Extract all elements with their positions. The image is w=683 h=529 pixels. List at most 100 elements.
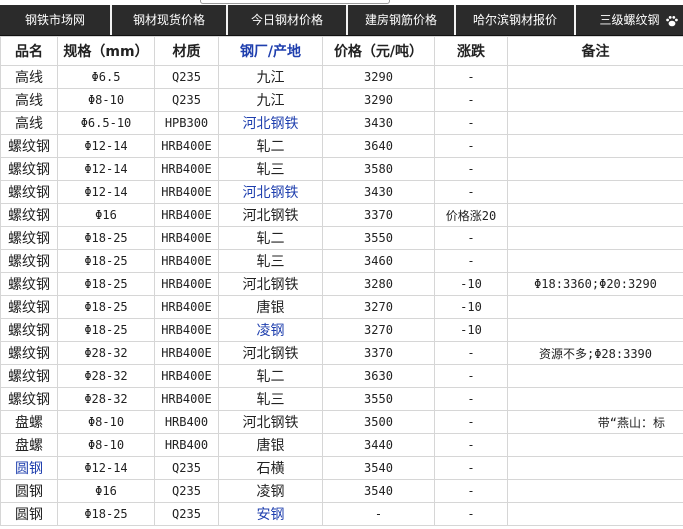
cell-note [507, 295, 683, 319]
cell-price: 3580 [322, 157, 435, 181]
cell-price: 3290 [322, 65, 435, 89]
paw-icon[interactable] [665, 14, 679, 28]
table-row: 圆钢 Φ12-14 Q235 石横 3540- [0, 456, 683, 480]
col-header-spec: 规格（mm） [57, 36, 155, 66]
cell-price: 3550 [322, 226, 435, 250]
cell-material: HRB400E [154, 341, 219, 365]
cell-note [507, 157, 683, 181]
cell-note [507, 111, 683, 135]
cell-note [507, 456, 683, 480]
cell-name: 螺纹钢 [0, 134, 58, 158]
nav-item-steel-market[interactable]: 钢铁市场网 [0, 5, 112, 35]
table-row: 盘螺 Φ8-10 HRB400 唐银 3440- [0, 433, 683, 457]
cell-price: - [322, 502, 435, 526]
cell-material: HRB400E [154, 226, 219, 250]
cell-material: HPB300 [154, 111, 219, 135]
cell-material: HRB400E [154, 203, 219, 227]
cell-spec: Φ8-10 [57, 88, 155, 112]
cell-spec: Φ18-25 [57, 226, 155, 250]
cell-origin: 凌钢 [218, 479, 323, 503]
cell-change: - [434, 88, 508, 112]
cell-spec: Φ18-25 [57, 318, 155, 342]
price-table: 品名 规格（mm） 材质 钢厂/产地 价格（元/吨） 涨跌 备注 高线 Φ6.5 Q235 九江 3… [0, 36, 683, 526]
cell-spec: Φ12-14 [57, 180, 155, 204]
cell-name: 高线 [0, 65, 58, 89]
cell-origin: 河北钢铁 [218, 410, 323, 434]
cell-note [507, 318, 683, 342]
cell-note [507, 502, 683, 526]
cell-spec: Φ6.5-10 [57, 111, 155, 135]
cell-spec: Φ16 [57, 479, 155, 503]
cell-origin: 凌钢 [218, 318, 323, 342]
cell-origin: 安钢 [218, 502, 323, 526]
cell-note [507, 180, 683, 204]
nav-item-spot-price[interactable]: 钢材现货价格 [112, 5, 228, 35]
cell-note: 资源不多;Φ28:3390 [507, 341, 683, 365]
cell-change: - [434, 65, 508, 89]
cell-change: - [434, 134, 508, 158]
cell-material: HRB400E [154, 134, 219, 158]
cell-note: 带“燕山：标 [507, 410, 683, 434]
cell-change: -10 [434, 295, 508, 319]
cell-material: HRB400E [154, 272, 219, 296]
nav-item-rebar-price[interactable]: 建房钢筋价格 [348, 5, 456, 35]
cell-price: 3630 [322, 364, 435, 388]
cell-change: - [434, 157, 508, 181]
col-header-note: 备注 [507, 36, 683, 66]
cell-name: 螺纹钢 [0, 341, 58, 365]
nav-item-today-price[interactable]: 今日钢材价格 [228, 5, 348, 35]
cell-material: HRB400E [154, 180, 219, 204]
cell-name: 螺纹钢 [0, 249, 58, 273]
cell-price: 3440 [322, 433, 435, 457]
col-header-price: 价格（元/吨） [322, 36, 435, 66]
cell-origin: 轧三 [218, 157, 323, 181]
cell-name: 圆钢 [0, 456, 58, 480]
cell-material: HRB400 [154, 410, 219, 434]
cell-origin: 河北钢铁 [218, 272, 323, 296]
table-row: 高线 Φ6.5-10 HPB300 河北钢铁 3430- [0, 111, 683, 135]
cell-name: 圆钢 [0, 479, 58, 503]
cell-note [507, 364, 683, 388]
cell-spec: Φ28-32 [57, 387, 155, 411]
cell-spec: Φ6.5 [57, 65, 155, 89]
cell-spec: Φ18-25 [57, 502, 155, 526]
cell-spec: Φ18-25 [57, 249, 155, 273]
cell-material: Q235 [154, 502, 219, 526]
table-row: 螺纹钢 Φ12-14 HRB400E 轧三 3580- [0, 157, 683, 181]
table-row: 螺纹钢 Φ18-25 HRB400E 凌钢 3270 -10 [0, 318, 683, 342]
cell-note [507, 226, 683, 250]
cell-name: 螺纹钢 [0, 364, 58, 388]
cell-origin: 九江 [218, 88, 323, 112]
cell-change: - [434, 502, 508, 526]
cell-price: 3290 [322, 88, 435, 112]
cell-name: 螺纹钢 [0, 203, 58, 227]
cell-material: Q235 [154, 65, 219, 89]
cell-note [507, 88, 683, 112]
cell-name: 螺纹钢 [0, 318, 58, 342]
cell-spec: Φ18-25 [57, 295, 155, 319]
cell-spec: Φ16 [57, 203, 155, 227]
table-row: 螺纹钢 Φ28-32 HRB400E 轧二 3630- [0, 364, 683, 388]
cell-price: 3550 [322, 387, 435, 411]
table-body: 高线 Φ6.5 Q235 九江 3290- 高线 Φ8-10 Q235 九江 3290- 高线 Φ6.… [0, 65, 683, 526]
cell-price: 3640 [322, 134, 435, 158]
table-row: 螺纹钢 Φ28-32 HRB400E 河北钢铁 3370- 资源不多;Φ28:3390 [0, 341, 683, 365]
cell-price: 3280 [322, 272, 435, 296]
cell-spec: Φ8-10 [57, 410, 155, 434]
table-row: 螺纹钢 Φ16 HRB400E 河北钢铁 3370 价格涨20 [0, 203, 683, 227]
cell-change: - [434, 387, 508, 411]
cell-change: - [434, 456, 508, 480]
cell-note [507, 387, 683, 411]
cell-spec: Φ12-14 [57, 134, 155, 158]
cell-name: 盘螺 [0, 433, 58, 457]
cell-material: Q235 [154, 456, 219, 480]
nav-item-harbin-quote[interactable]: 哈尔滨钢材报价 [456, 5, 576, 35]
cell-price: 3370 [322, 203, 435, 227]
cell-origin: 河北钢铁 [218, 341, 323, 365]
cell-origin: 九江 [218, 65, 323, 89]
cell-name: 螺纹钢 [0, 387, 58, 411]
cell-material: HRB400E [154, 387, 219, 411]
cell-change: - [434, 111, 508, 135]
cell-spec: Φ28-32 [57, 341, 155, 365]
cell-material: Q235 [154, 88, 219, 112]
